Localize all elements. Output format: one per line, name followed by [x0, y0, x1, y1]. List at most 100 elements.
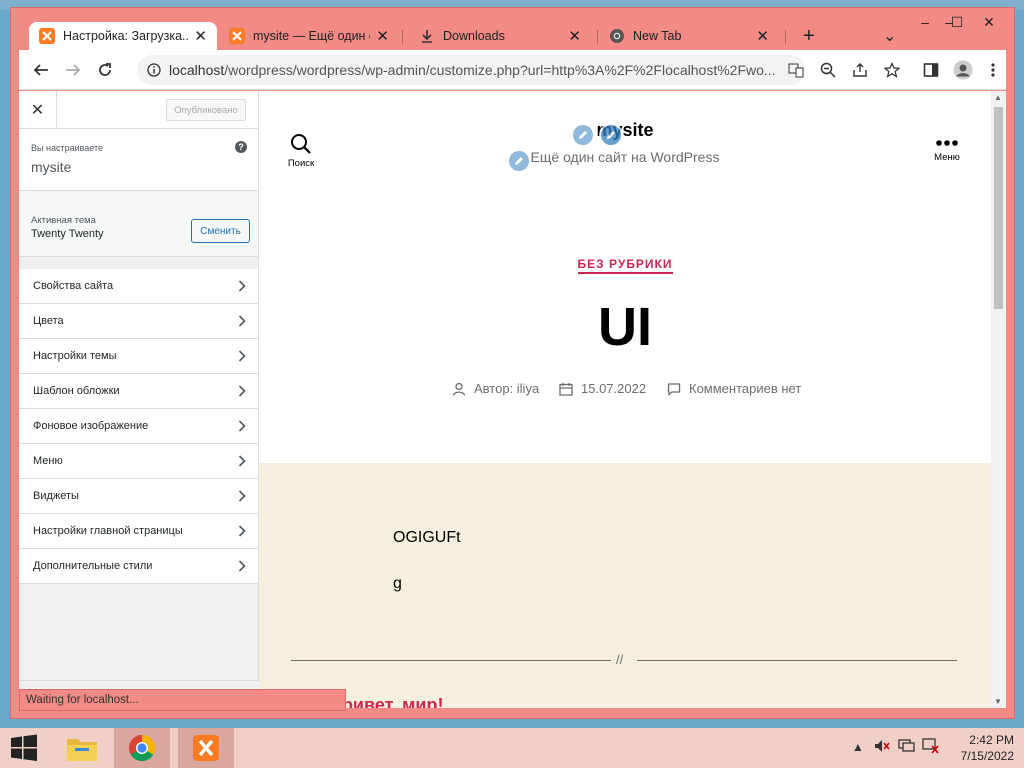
menu-item-site-identity[interactable]: Свойства сайта	[19, 269, 258, 304]
browser-toolbar: localhost/wordpress/wordpress/wp-admin/c…	[19, 50, 1006, 90]
tray-overflow-icon[interactable]: ▲	[852, 740, 864, 754]
next-post-title[interactable]: Привет, мир!	[329, 695, 443, 708]
help-icon[interactable]: ?	[235, 141, 247, 153]
divider-line	[637, 660, 957, 661]
taskbar-xampp[interactable]	[178, 728, 234, 768]
browser-window: – Настройка: Загрузка... ✕ mysite — Ещё …	[10, 7, 1015, 719]
volume-muted-icon[interactable]	[874, 738, 890, 757]
menu-item-widgets[interactable]: Виджеты	[19, 479, 258, 514]
menu-button[interactable]	[979, 56, 1007, 84]
taskbar-chrome[interactable]	[114, 728, 170, 768]
post-content: OGIGUFt g	[259, 463, 991, 708]
meta-comments[interactable]: Комментариев нет	[667, 381, 801, 396]
divider-line	[291, 660, 611, 661]
info-icon[interactable]	[147, 63, 161, 77]
menu-item-homepage-settings[interactable]: Настройки главной страницы	[19, 514, 258, 549]
chevron-right-icon	[238, 315, 246, 327]
menu-item-colors[interactable]: Цвета	[19, 304, 258, 339]
taskbar-file-explorer[interactable]	[56, 728, 108, 768]
scrollbar-thumb[interactable]	[994, 107, 1003, 309]
menu-item-menus[interactable]: Меню	[19, 444, 258, 479]
tab-close-icon[interactable]: ✕	[194, 27, 207, 45]
preview-scrollbar[interactable]: ▲ ▼	[991, 91, 1006, 708]
forward-arrow-icon	[66, 64, 81, 76]
zoom-button[interactable]	[814, 56, 842, 84]
xampp-icon	[39, 28, 55, 44]
scroll-up-icon[interactable]: ▲	[994, 93, 1002, 102]
site-description: Ещё один сайт на WordPress	[530, 149, 720, 165]
tab-label: Настройка: Загрузка...	[63, 29, 189, 43]
tab-close-icon[interactable]: ✕	[756, 27, 769, 45]
tab-new-tab[interactable]: New Tab ✕	[599, 22, 779, 50]
tab-downloads[interactable]: Downloads ✕	[409, 22, 591, 50]
post-category[interactable]: БЕЗ РУБРИКИ	[259, 257, 991, 274]
close-icon: ✕	[30, 102, 45, 119]
share-icon	[853, 63, 867, 77]
customizer-panel: ✕ Опубликовано Вы настраиваете mysite ? …	[19, 91, 259, 708]
clock-date: 7/15/2022	[960, 749, 1014, 763]
clock-time: 2:42 PM	[969, 733, 1014, 747]
display-error-icon[interactable]	[922, 738, 940, 757]
tab-close-icon[interactable]: ✕	[376, 27, 389, 45]
post-paragraph: OGIGUFt	[393, 529, 461, 546]
post-title[interactable]: UI	[259, 296, 991, 358]
translate-icon	[788, 63, 804, 78]
tab-mysite[interactable]: mysite — Ещё один сайт на WordPress ✕	[219, 22, 399, 50]
chevron-right-icon	[238, 280, 246, 292]
chevron-right-icon	[238, 385, 246, 397]
tab-label: mysite — Ещё один сайт на WordPress	[253, 29, 370, 43]
meta-author[interactable]: Автор: iliya	[452, 381, 539, 396]
translate-button[interactable]	[782, 56, 810, 84]
kebab-menu-icon	[991, 63, 995, 77]
tab-search-button[interactable]: ⌄	[873, 22, 903, 50]
scroll-down-icon[interactable]: ▼	[994, 697, 1002, 706]
meta-date[interactable]: 15.07.2022	[559, 381, 646, 396]
tab-separator	[402, 30, 403, 44]
edit-shortcut-icon[interactable]	[571, 123, 595, 147]
menu-item-additional-css[interactable]: Дополнительные стили	[19, 549, 258, 584]
xampp-icon	[193, 735, 219, 761]
chrome-icon	[609, 28, 625, 44]
back-button[interactable]	[27, 56, 55, 84]
edit-shortcut-icon[interactable]	[599, 123, 623, 147]
chevron-right-icon	[238, 490, 246, 502]
chevron-down-icon: ⌄	[883, 28, 897, 45]
menu-item-background-image[interactable]: Фоновое изображение	[19, 409, 258, 444]
window-minimize-button[interactable]: –	[909, 8, 941, 36]
taskbar: ▲ 2:42 PM 7/15/2022	[0, 728, 1024, 768]
chevron-right-icon	[238, 455, 246, 467]
plus-icon: +	[803, 24, 815, 47]
reload-button[interactable]	[91, 56, 119, 84]
chevron-right-icon	[238, 525, 246, 537]
site-title[interactable]: mysite	[259, 120, 991, 141]
download-icon	[419, 28, 435, 44]
bookmark-button[interactable]	[878, 56, 906, 84]
taskbar-clock[interactable]: 2:42 PM 7/15/2022	[961, 732, 1014, 764]
divider-mark: //	[616, 652, 624, 667]
status-bubble: Waiting for localhost...	[19, 689, 346, 711]
share-button[interactable]	[846, 56, 874, 84]
network-icon[interactable]	[898, 738, 916, 757]
tab-label: Downloads	[443, 29, 505, 43]
change-theme-button[interactable]: Сменить	[191, 219, 250, 243]
window-close-button[interactable]: ✕	[973, 8, 1005, 36]
window-maximize-button[interactable]: ☐	[941, 8, 973, 36]
profile-button[interactable]	[949, 56, 977, 84]
menu-item-cover-template[interactable]: Шаблон обложки	[19, 374, 258, 409]
tab-close-icon[interactable]: ✕	[568, 27, 581, 45]
publish-button[interactable]: Опубликовано	[166, 99, 246, 121]
customizer-info: Вы настраиваете mysite ?	[19, 129, 258, 191]
side-panel-button[interactable]	[917, 56, 945, 84]
menu-item-theme-options[interactable]: Настройки темы	[19, 339, 258, 374]
address-bar[interactable]: localhost/wordpress/wordpress/wp-admin/c…	[137, 55, 805, 85]
comment-icon	[667, 382, 681, 396]
edit-shortcut-icon[interactable]	[507, 149, 531, 173]
start-button[interactable]	[0, 728, 48, 768]
new-tab-button[interactable]: +	[793, 22, 823, 50]
star-icon	[884, 62, 900, 78]
forward-button[interactable]	[59, 56, 87, 84]
tab-customizer[interactable]: Настройка: Загрузка... ✕	[29, 22, 217, 50]
menu-toggle[interactable]: Меню	[925, 137, 969, 163]
customizer-close-button[interactable]: ✕	[19, 91, 57, 129]
ellipsis-icon	[936, 140, 958, 146]
